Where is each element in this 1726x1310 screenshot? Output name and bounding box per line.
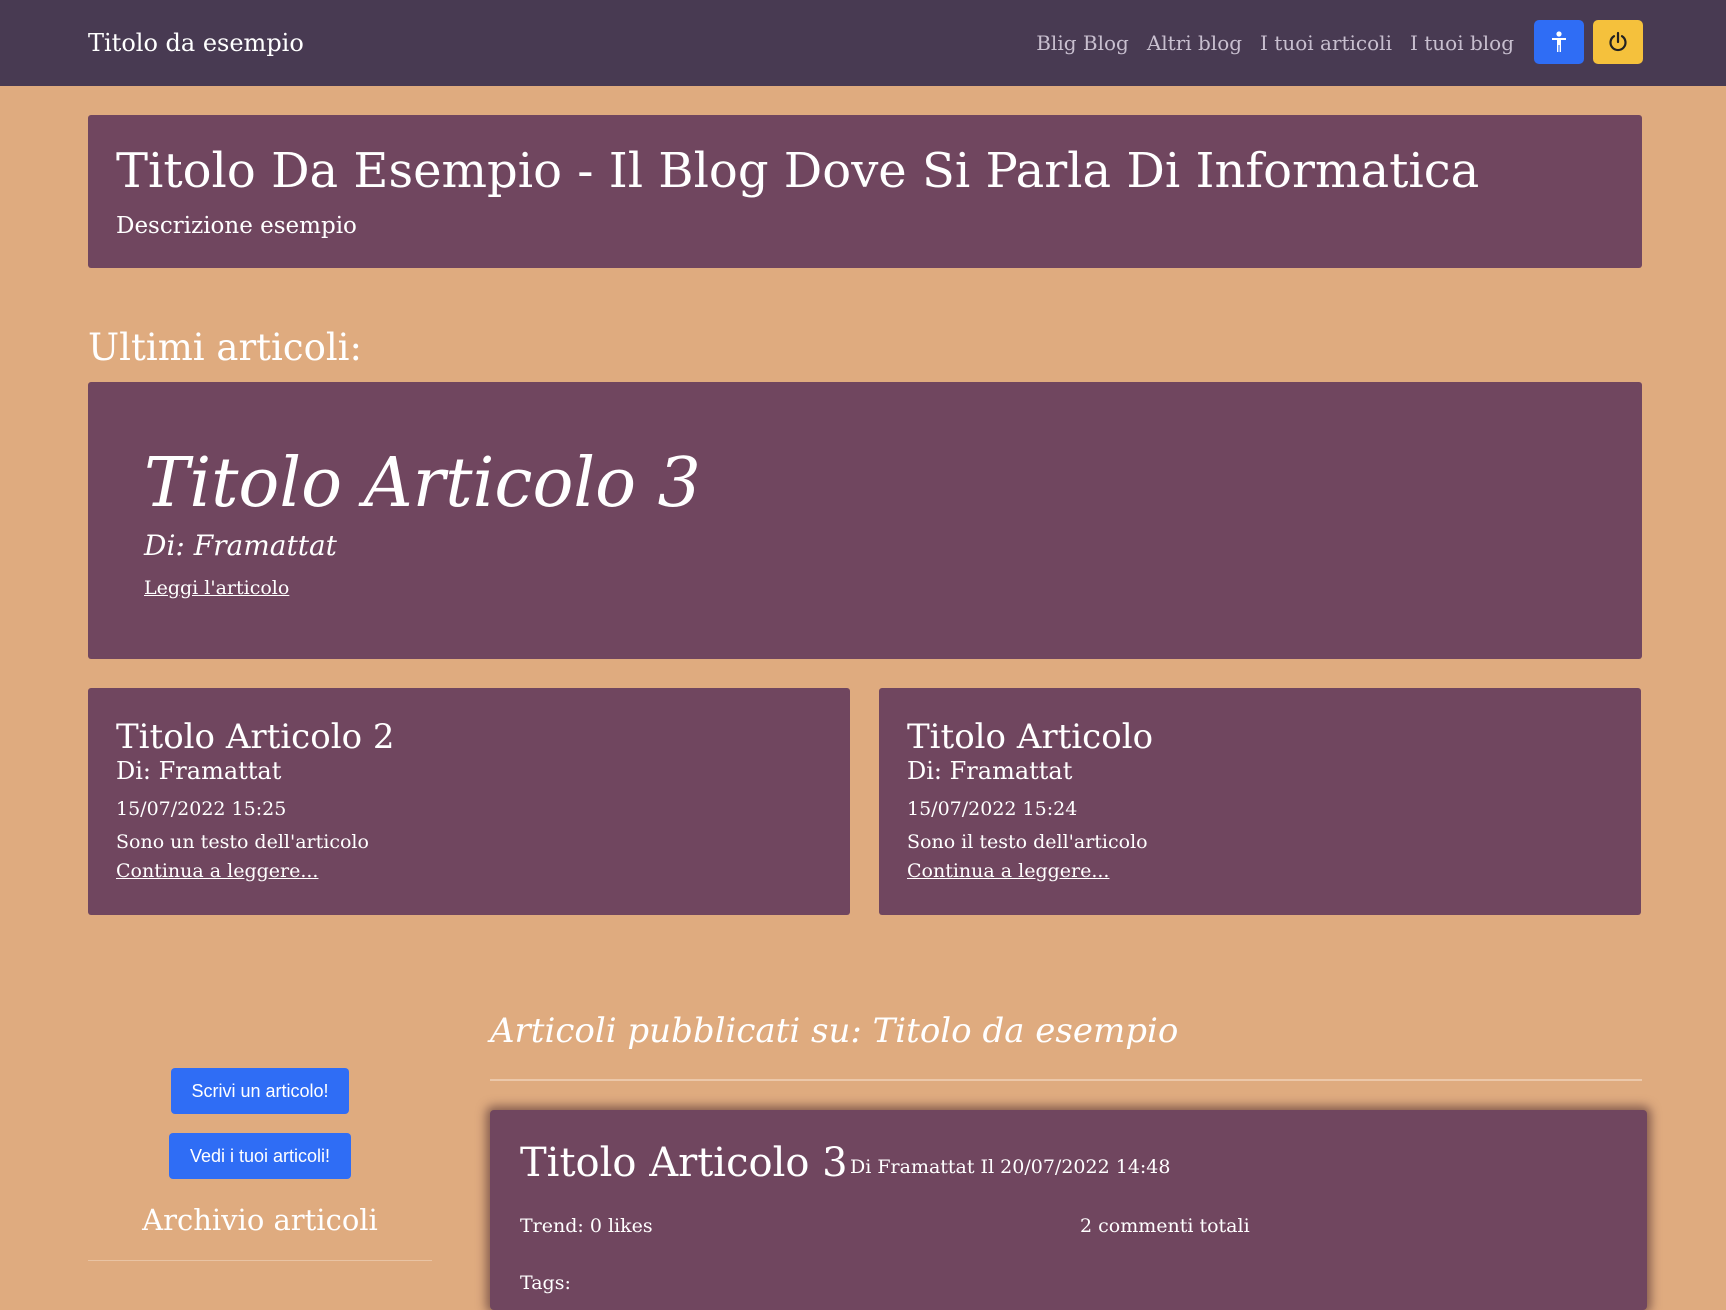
article-card-excerpt: Sono un testo dell'articolo <box>116 831 369 853</box>
article-card-title: Titolo Articolo <box>907 717 1154 757</box>
top-navbar: Titolo da esempio Blig Blog Altri blog I… <box>0 0 1726 86</box>
published-article-meta: Di Framattat Il 20/07/2022 14:48 <box>850 1156 1171 1178</box>
article-card-excerpt: Sono il testo dell'articolo <box>907 831 1148 853</box>
article-card: Titolo Articolo Di: Framattat 15/07/2022… <box>879 688 1641 915</box>
article-card-author: Di: Framattat <box>907 757 1073 785</box>
power-icon <box>1609 31 1627 52</box>
blog-description: Descrizione esempio <box>116 213 357 239</box>
archive-divider <box>88 1260 432 1261</box>
article-card-date: 15/07/2022 15:25 <box>116 798 287 820</box>
nav-link-i-tuoi-articoli[interactable]: I tuoi articoli <box>1260 28 1392 58</box>
latest-articles-heading: Ultimi articoli: <box>88 326 362 369</box>
featured-article-title: Titolo Articolo 3 <box>144 444 701 523</box>
logout-button[interactable] <box>1593 20 1643 64</box>
nav-link-altri-blog[interactable]: Altri blog <box>1147 28 1242 58</box>
article-card-author: Di: Framattat <box>116 757 282 785</box>
published-article-comments: 2 commenti totali <box>1080 1215 1250 1237</box>
blog-title: Titolo Da Esempio - Il Blog Dove Si Parl… <box>116 143 1480 199</box>
published-article-trend: Trend: 0 likes <box>520 1215 653 1237</box>
article-card-title: Titolo Articolo 2 <box>116 717 395 757</box>
person-accessibility-icon <box>1552 31 1566 52</box>
brand-link[interactable]: Titolo da esempio <box>88 26 304 60</box>
published-article-title[interactable]: Titolo Articolo 3 <box>520 1138 848 1188</box>
blog-header-banner: Titolo Da Esempio - Il Blog Dove Si Parl… <box>88 115 1642 268</box>
published-article-tags: Tags: <box>520 1272 571 1294</box>
write-article-button[interactable]: Scrivi un articolo! <box>171 1068 349 1114</box>
published-article-card: Titolo Articolo 3 Di Framattat Il 20/07/… <box>490 1110 1647 1310</box>
nav-links: Blig Blog Altri blog I tuoi articoli I t… <box>1036 28 1514 58</box>
article-card-date: 15/07/2022 15:24 <box>907 798 1078 820</box>
nav-link-i-tuoi-blog[interactable]: I tuoi blog <box>1410 28 1514 58</box>
published-articles-heading: Articoli pubblicati su: Titolo da esempi… <box>490 1011 1179 1051</box>
featured-article-author: Di: Framattat <box>144 529 337 562</box>
view-my-articles-button[interactable]: Vedi i tuoi articoli! <box>169 1133 351 1179</box>
article-card: Titolo Articolo 2 Di: Framattat 15/07/20… <box>88 688 850 915</box>
accessibility-button[interactable] <box>1534 20 1584 64</box>
published-divider <box>490 1079 1642 1081</box>
featured-article: Titolo Articolo 3 Di: Framattat Leggi l'… <box>88 382 1642 659</box>
continue-reading-link[interactable]: Continua a leggere... <box>116 858 318 884</box>
nav-link-blig-blog[interactable]: Blig Blog <box>1036 28 1129 58</box>
continue-reading-link[interactable]: Continua a leggere... <box>907 858 1109 884</box>
read-article-link[interactable]: Leggi l'articolo <box>144 574 289 602</box>
archive-heading: Archivio articoli <box>142 1203 378 1237</box>
